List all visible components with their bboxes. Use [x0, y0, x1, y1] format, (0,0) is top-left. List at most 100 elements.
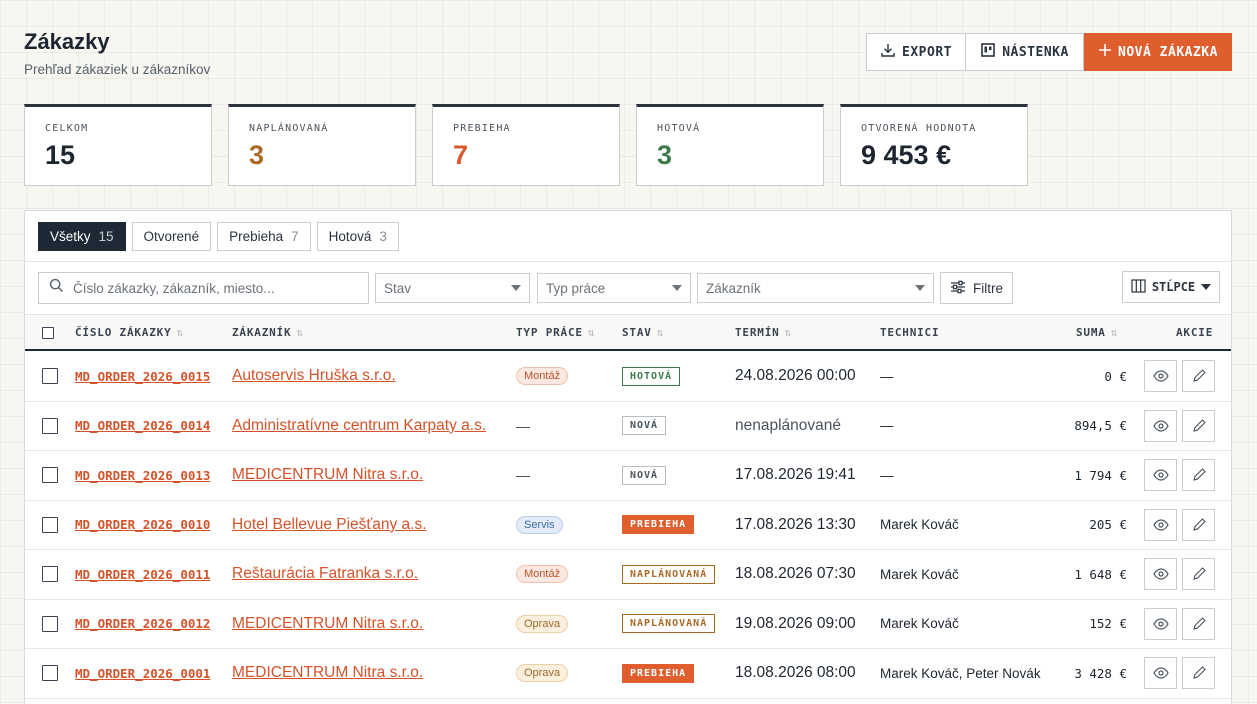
status-select[interactable] [375, 273, 530, 303]
sort-icon: ⇅ [296, 326, 304, 339]
eye-icon [1152, 519, 1169, 531]
technicians-value: Marek Kováč [880, 566, 959, 582]
board-button[interactable]: NÁSTENKA [966, 33, 1084, 71]
order-number-link[interactable]: MD_ORDER_2026_0001 [75, 666, 210, 681]
sum-value: 152 € [1089, 616, 1127, 632]
order-number-link[interactable]: MD_ORDER_2026_0012 [75, 616, 210, 631]
stat-label: NAPLÁNOVANÁ [249, 123, 329, 134]
row-checkbox[interactable] [42, 566, 58, 583]
row-checkbox[interactable] [42, 665, 58, 682]
order-number-link[interactable]: MD_ORDER_2026_0011 [75, 567, 210, 582]
page-subtitle: Prehľad zákaziek u zákazníkov [24, 62, 211, 77]
customer-link[interactable]: Reštaurácia Fatranka s.r.o. [232, 565, 418, 583]
stat-card-total: CELKOM 15 [24, 104, 212, 186]
sort-icon: ⇅ [656, 326, 665, 339]
row-checkbox[interactable] [42, 615, 58, 632]
column-header-order[interactable]: ČÍSLO ZÁKAZKY ⇅ [75, 326, 184, 339]
edit-button[interactable] [1182, 657, 1215, 690]
eye-icon [1152, 469, 1169, 481]
new-order-label: NOVÁ ZÁKAZKA [1118, 44, 1218, 60]
table-row: MD_ORDER_2026_0013 MEDICENTRUM Nitra s.r.… [25, 451, 1231, 501]
column-header-worktype[interactable]: TYP PRÁCE ⇅ [516, 326, 595, 339]
sum-value: 894,5 € [1074, 418, 1127, 434]
column-header-term[interactable]: TERMÍN ⇅ [735, 326, 792, 339]
columns-button[interactable]: STĹPCE [1122, 271, 1220, 303]
customer-select-input[interactable] [706, 280, 909, 296]
technicians-value: — [880, 368, 894, 384]
stat-value: 9 453 € [861, 140, 952, 170]
chevron-down-icon [1201, 284, 1212, 290]
tab-open[interactable]: Otvorené [131, 222, 212, 251]
view-button[interactable] [1144, 409, 1177, 442]
edit-button[interactable] [1182, 409, 1215, 442]
customer-link[interactable]: Hotel Bellevue Piešťany a.s. [232, 516, 427, 534]
pencil-icon [1192, 369, 1206, 383]
customer-link[interactable]: MEDICENTRUM Nitra s.r.o. [232, 466, 423, 484]
filters-button[interactable]: Filtre [940, 272, 1013, 304]
edit-button[interactable] [1182, 360, 1215, 393]
column-header-customer[interactable]: ZÁKAZNÍK ⇅ [232, 326, 304, 339]
tab-count: 7 [291, 229, 299, 244]
sum-value: 0 € [1104, 368, 1127, 384]
order-number-link[interactable]: MD_ORDER_2026_0015 [75, 369, 210, 384]
board-icon [980, 42, 996, 62]
select-all-checkbox[interactable] [42, 327, 54, 339]
row-checkbox[interactable] [42, 417, 58, 434]
header-actions: EXPORT NÁSTENKA NOVÁ ZÁKAZKA [866, 33, 1232, 71]
column-header-sum[interactable]: SUMA ⇅ [1076, 326, 1118, 339]
status-select-input[interactable] [384, 280, 505, 296]
customer-link[interactable]: MEDICENTRUM Nitra s.r.o. [232, 664, 423, 682]
worktype-select-input[interactable] [546, 280, 666, 296]
pencil-icon [1192, 418, 1206, 433]
tab-count: 15 [98, 229, 114, 244]
edit-button[interactable] [1182, 558, 1215, 591]
sum-value: 3 428 € [1074, 665, 1127, 681]
row-checkbox[interactable] [42, 516, 58, 533]
customer-link[interactable]: MEDICENTRUM Nitra s.r.o. [232, 615, 423, 633]
status-badge: HOTOVÁ [622, 366, 681, 386]
tab-done[interactable]: Hotová 3 [316, 222, 399, 251]
worktype-empty: — [516, 467, 530, 484]
worktype-empty: — [516, 417, 530, 434]
stat-card-open-value: OTVORENÁ HODNOTA 9 453 € [840, 104, 1028, 186]
customer-select[interactable] [697, 273, 934, 303]
row-checkbox[interactable] [42, 467, 58, 484]
columns-icon [1131, 278, 1146, 296]
row-checkbox[interactable] [42, 368, 58, 385]
plus-icon [1098, 43, 1112, 61]
column-header-status[interactable]: STAV ⇅ [622, 326, 664, 339]
worktype-select[interactable] [537, 273, 691, 303]
sum-value: 205 € [1089, 517, 1127, 533]
view-button[interactable] [1144, 607, 1177, 640]
search-input[interactable] [73, 280, 368, 296]
stat-value: 7 [453, 140, 469, 170]
customer-link[interactable]: Administratívne centrum Karpaty a.s. [232, 417, 486, 435]
columns-label: STĹPCE [1151, 280, 1196, 294]
chevron-down-icon [915, 285, 925, 291]
tab-in-progress[interactable]: Prebieha 7 [217, 222, 311, 251]
view-button[interactable] [1144, 558, 1177, 591]
status-badge: NAPLÁNOVANÁ [622, 564, 716, 584]
order-number-link[interactable]: MD_ORDER_2026_0010 [75, 517, 210, 532]
view-button[interactable] [1144, 459, 1177, 492]
sort-icon: ⇅ [1110, 326, 1119, 339]
view-button[interactable] [1144, 508, 1177, 541]
edit-button[interactable] [1182, 607, 1215, 640]
pencil-icon [1192, 468, 1206, 482]
export-button[interactable]: EXPORT [866, 33, 966, 71]
view-button[interactable] [1144, 657, 1177, 690]
edit-button[interactable] [1182, 459, 1215, 492]
edit-button[interactable] [1182, 508, 1215, 541]
order-number-link[interactable]: MD_ORDER_2026_0014 [75, 418, 210, 433]
tab-all[interactable]: Všetky 15 [38, 222, 126, 251]
stat-value: 15 [45, 140, 76, 170]
order-number-link[interactable]: MD_ORDER_2026_0013 [75, 468, 210, 483]
customer-link[interactable]: Autoservis Hruška s.r.o. [232, 367, 396, 385]
header-label: ČÍSLO ZÁKAZKY [75, 326, 172, 339]
term-value: 17.08.2026 13:30 [735, 515, 856, 533]
view-button[interactable] [1144, 360, 1177, 393]
term-value: 17.08.2026 19:41 [735, 466, 856, 484]
new-order-button[interactable]: NOVÁ ZÁKAZKA [1084, 33, 1232, 71]
status-badge: NAPLÁNOVANÁ [622, 614, 716, 634]
technicians-value: Marek Kováč [880, 517, 959, 533]
